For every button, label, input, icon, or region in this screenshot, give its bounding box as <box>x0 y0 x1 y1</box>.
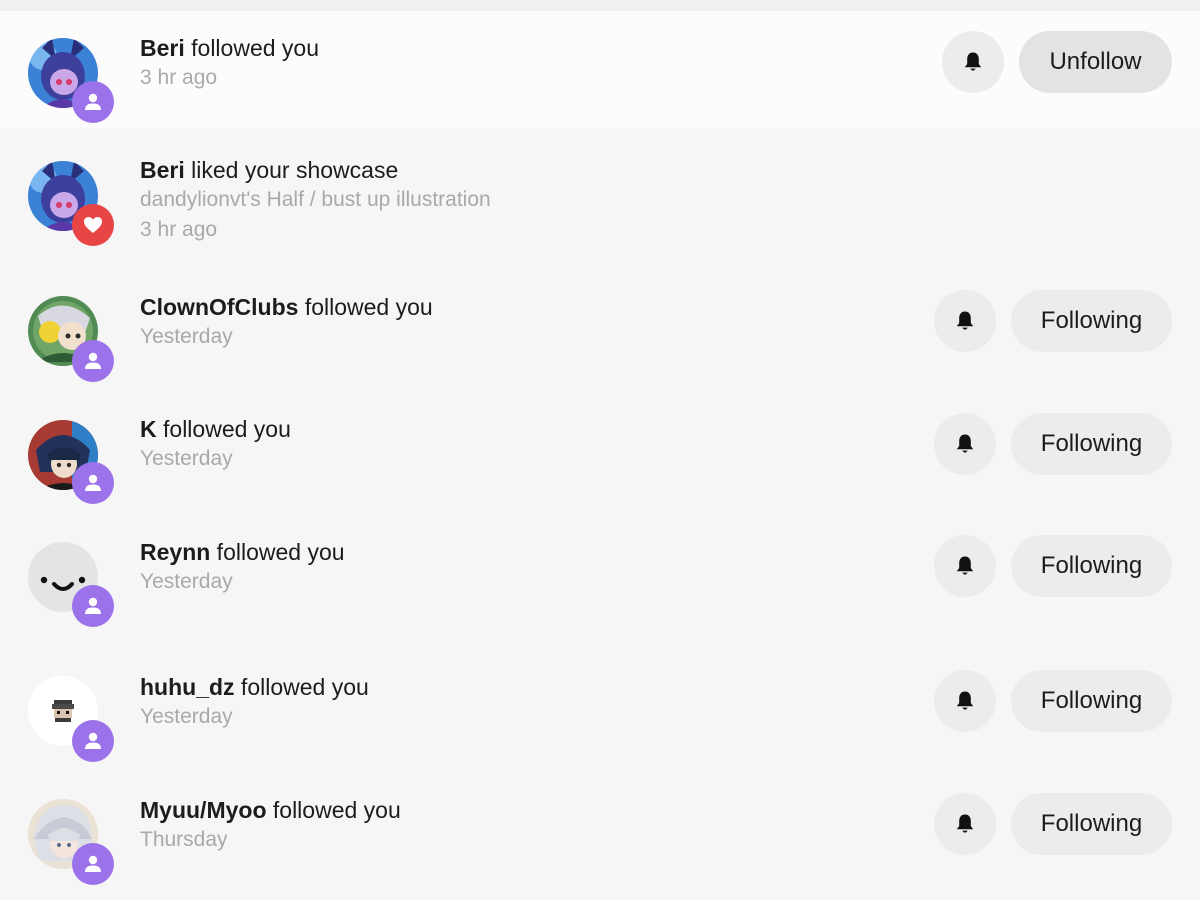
timestamp: 3 hr ago <box>140 66 218 89</box>
person-icon <box>85 93 101 110</box>
follow-badge <box>72 462 114 504</box>
bell-icon <box>956 691 974 710</box>
follow-badge <box>72 81 114 123</box>
like-badge <box>72 204 114 246</box>
notify-bell-button[interactable] <box>934 535 996 597</box>
following-button[interactable]: Following <box>1011 290 1172 352</box>
username-link[interactable]: Beri <box>140 157 185 183</box>
username-link[interactable]: K <box>140 416 157 442</box>
notification-item[interactable]: Reynn followed you Yesterday Following <box>0 503 1200 638</box>
showcase-title-link[interactable]: dandylionvt's Half / bust up illustratio… <box>140 185 491 215</box>
action-text: followed you <box>156 416 291 442</box>
person-icon <box>85 597 101 614</box>
timestamp: Yesterday <box>140 325 233 348</box>
notification-item[interactable]: K followed you Yesterday Following <box>0 380 1200 504</box>
notification-text: Reynn followed you Yesterday <box>140 537 345 597</box>
notify-bell-button[interactable] <box>934 413 996 475</box>
following-button[interactable]: Following <box>1011 535 1172 597</box>
timestamp: Yesterday <box>140 570 233 593</box>
heart-icon <box>84 217 102 233</box>
timestamp: Yesterday <box>140 705 233 728</box>
notification-item[interactable]: ClownOfClubs followed you Yesterday Foll… <box>0 258 1200 382</box>
following-button[interactable]: Following <box>1011 670 1172 732</box>
notify-bell-button[interactable] <box>934 290 996 352</box>
notification-item[interactable]: Beri followed you 3 hr ago Unfollow <box>0 11 1200 128</box>
action-text: followed you <box>184 35 319 61</box>
notification-message: ClownOfClubs followed you <box>140 292 433 322</box>
follow-badge <box>72 843 114 885</box>
follow-badge <box>72 720 114 762</box>
timestamp: Thursday <box>140 828 228 851</box>
action-text: followed you <box>210 539 345 565</box>
action-text: followed you <box>266 797 401 823</box>
username-link[interactable]: huhu_dz <box>140 674 235 700</box>
notify-bell-button[interactable] <box>942 31 1004 93</box>
action-text: followed you <box>298 294 433 320</box>
notification-item[interactable]: Myuu/Myoo followed you Thursday Followin… <box>0 760 1200 900</box>
notification-text: ClownOfClubs followed you Yesterday <box>140 292 433 352</box>
notification-item[interactable]: Beri liked your showcase dandylionvt's H… <box>0 128 1200 258</box>
bell-icon <box>956 814 974 833</box>
bell-icon <box>964 52 982 71</box>
notification-message: Beri liked your showcase <box>140 155 491 185</box>
username-link[interactable]: Myuu/Myoo <box>140 797 267 823</box>
follow-badge <box>72 585 114 627</box>
notify-bell-button[interactable] <box>934 793 996 855</box>
notification-text: Myuu/Myoo followed you Thursday <box>140 795 401 855</box>
person-icon <box>85 352 101 369</box>
timestamp: 3 hr ago <box>140 218 218 241</box>
following-button[interactable]: Following <box>1011 793 1172 855</box>
bell-icon <box>956 434 974 453</box>
person-icon <box>85 855 101 872</box>
notification-text: K followed you Yesterday <box>140 414 291 474</box>
notification-item[interactable]: huhu_dz followed you Yesterday Following <box>0 638 1200 762</box>
bell-icon <box>956 556 974 575</box>
follow-badge <box>72 340 114 382</box>
username-link[interactable]: Reynn <box>140 539 210 565</box>
following-button[interactable]: Following <box>1011 413 1172 475</box>
person-icon <box>85 474 101 491</box>
notification-message: Myuu/Myoo followed you <box>140 795 401 825</box>
action-text: liked your showcase <box>184 157 399 183</box>
bell-icon <box>956 311 974 330</box>
action-text: followed you <box>234 674 369 700</box>
notification-message: K followed you <box>140 414 291 444</box>
timestamp: Yesterday <box>140 447 233 470</box>
top-divider <box>0 0 1200 11</box>
username-link[interactable]: ClownOfClubs <box>140 294 298 320</box>
unfollow-button[interactable]: Unfollow <box>1019 31 1172 93</box>
notification-message: Beri followed you <box>140 33 319 63</box>
notification-message: Reynn followed you <box>140 537 345 567</box>
notify-bell-button[interactable] <box>934 670 996 732</box>
person-icon <box>85 732 101 749</box>
notification-text: huhu_dz followed you Yesterday <box>140 672 369 732</box>
notification-message: huhu_dz followed you <box>140 672 369 702</box>
notification-text: Beri liked your showcase dandylionvt's H… <box>140 155 491 245</box>
username-link[interactable]: Beri <box>140 35 185 61</box>
notification-text: Beri followed you 3 hr ago <box>140 33 319 93</box>
